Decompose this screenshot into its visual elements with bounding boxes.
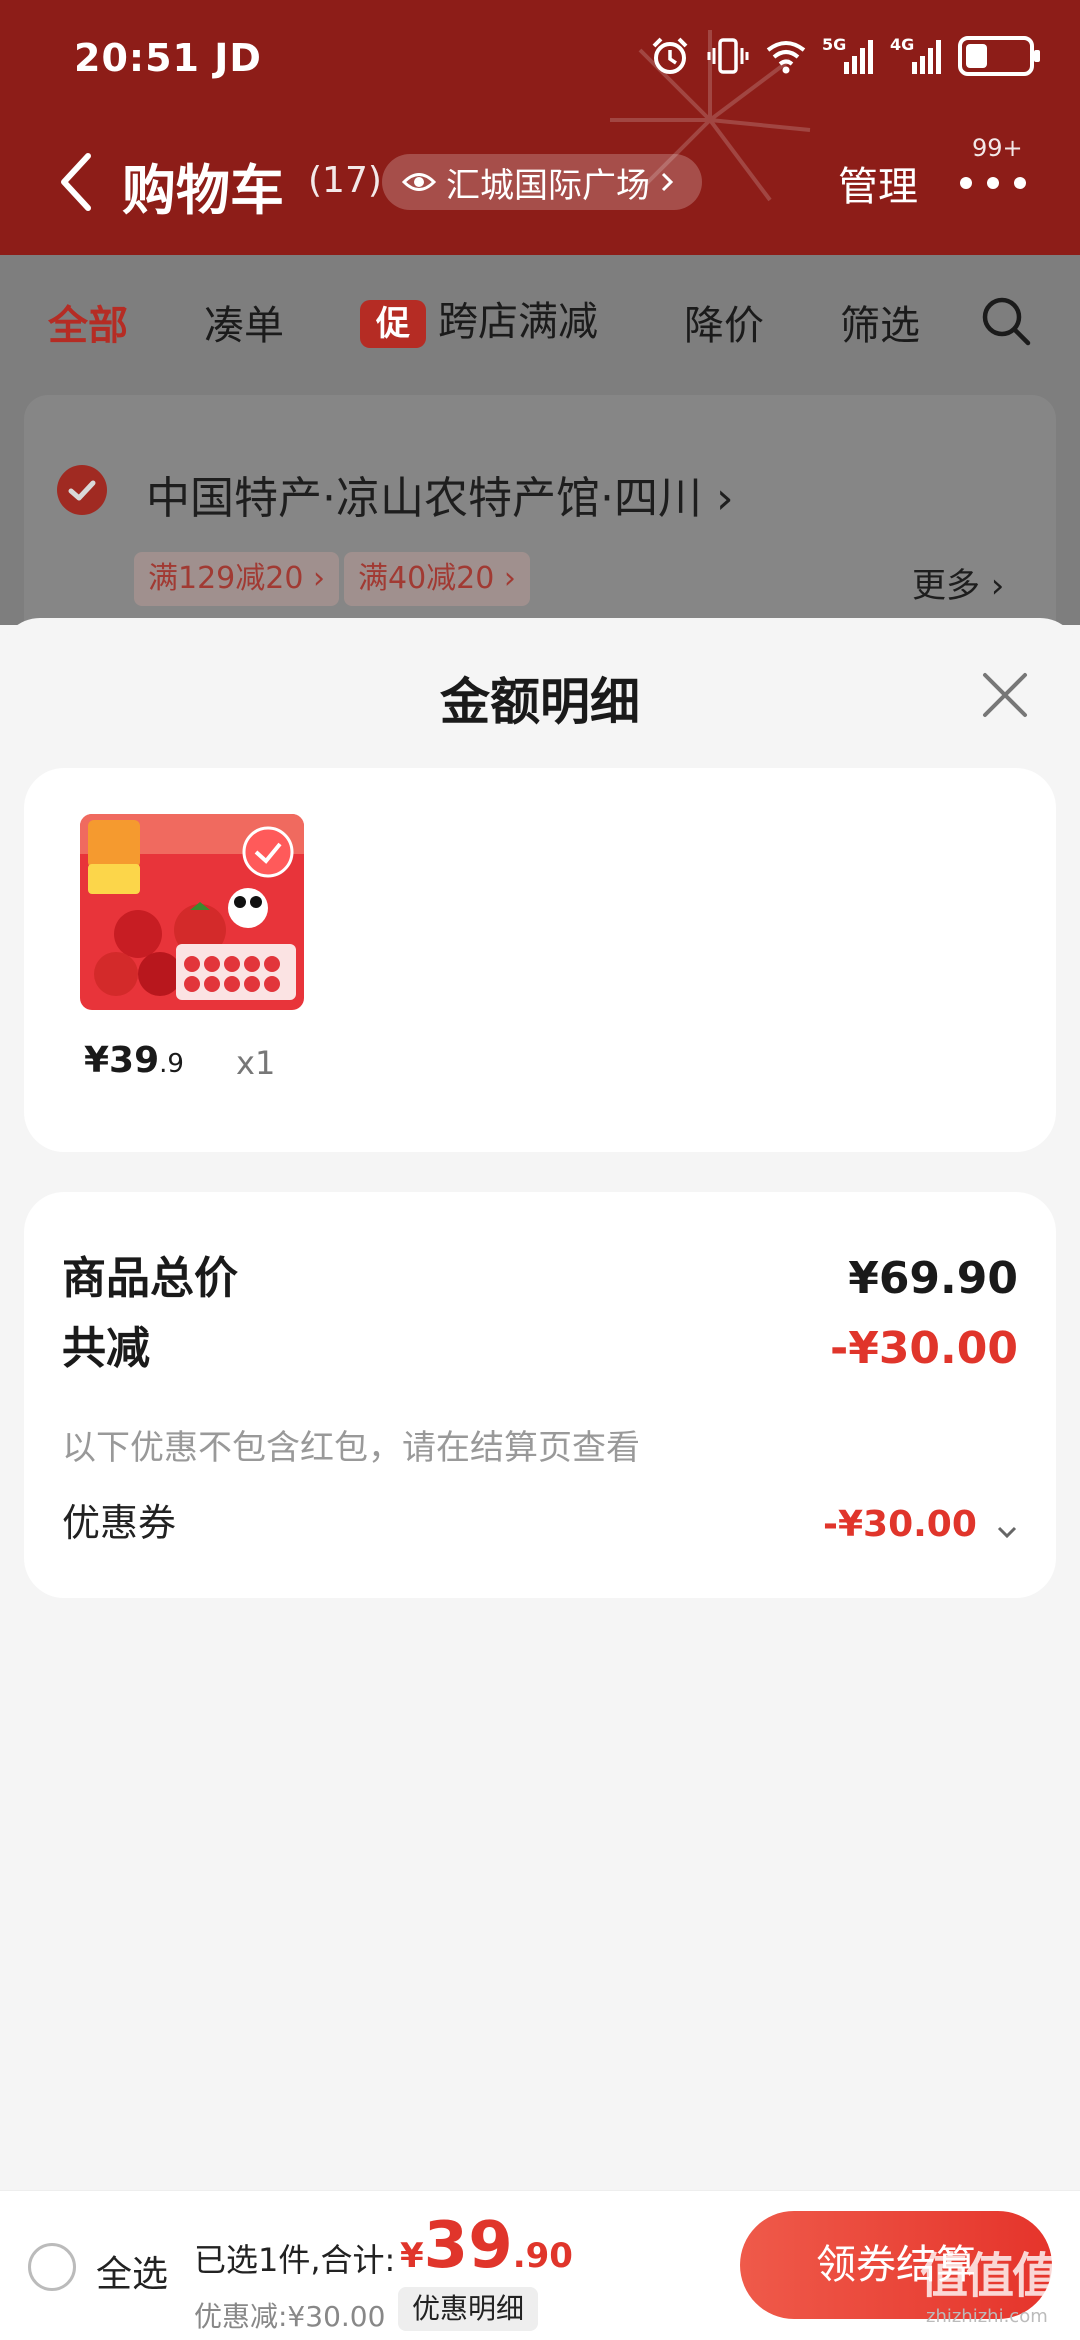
price-summary-card: 商品总价 ¥69.90 共减 -¥30.00 以下优惠不包含红包，请在结算页查看… bbox=[24, 1192, 1056, 1598]
tab-all[interactable]: 全部 bbox=[48, 293, 128, 351]
select-all-label[interactable]: 全选 bbox=[96, 2245, 168, 2297]
shop-name-label: 中国特产·凉山农特产馆·四川 bbox=[146, 473, 702, 524]
eye-icon bbox=[402, 173, 436, 191]
4g-signal-icon: 4G bbox=[890, 35, 941, 74]
more-dots-icon[interactable] bbox=[958, 168, 1028, 198]
close-icon[interactable] bbox=[980, 670, 1030, 720]
tab-combine[interactable]: 凑单 bbox=[204, 293, 284, 351]
product-quantity: x1 bbox=[236, 1044, 276, 1082]
checkout-bar: 全选 已选1件,合计: ¥39.90 优惠减:¥30.00 优惠明细 领券结算 bbox=[0, 2190, 1080, 2340]
cart-filter-tabs: 全部 凑单 促跨店满减 降价 筛选 bbox=[0, 255, 1080, 395]
tab-cross-store-label: 跨店满减 bbox=[438, 299, 598, 345]
svg-text:5G: 5G bbox=[822, 35, 846, 54]
shop-name[interactable]: 中国特产·凉山农特产馆·四川 › bbox=[146, 462, 734, 526]
battery-level bbox=[966, 44, 987, 68]
search-icon[interactable] bbox=[980, 295, 1032, 347]
product-image[interactable] bbox=[80, 814, 304, 1010]
total-yen: ¥ bbox=[400, 2236, 424, 2276]
product-price: ¥39.9 bbox=[84, 1040, 184, 1081]
reduction-label: 共减 bbox=[62, 1323, 150, 1374]
discount-detail-button[interactable]: 优惠明细 bbox=[398, 2287, 539, 2331]
watermark-logo: 值值值 bbox=[920, 2248, 1060, 2304]
selected-info: 已选1件,合计: bbox=[194, 2241, 396, 2279]
promo-tag: 促 bbox=[360, 300, 426, 348]
coupon-row-value: -¥30.00 bbox=[823, 1504, 977, 1545]
battery-icon bbox=[958, 36, 1040, 76]
amount-detail-sheet: 金额明细 ¥39.9 x1 商品总价 ¥69.90 共减 -¥30.00 以下优… bbox=[0, 618, 1080, 2190]
page-title: 购物车 bbox=[122, 159, 284, 222]
5g-signal-icon: 5G bbox=[822, 35, 873, 74]
status-time: 20:51 JD bbox=[74, 36, 262, 80]
back-arrow-icon[interactable] bbox=[56, 150, 96, 214]
vibrate-icon bbox=[707, 38, 749, 74]
product-price-int: ¥39 bbox=[84, 1040, 160, 1081]
svg-text:4G: 4G bbox=[890, 35, 914, 54]
manage-button[interactable]: 管理 bbox=[838, 154, 918, 212]
coupon-label: 满40减20 bbox=[358, 561, 495, 596]
coupon-label: 满129减20 bbox=[148, 561, 304, 596]
shop-coupon[interactable]: 满40减20 › bbox=[344, 552, 530, 606]
header-bar: 20:51 JD 5G 4G 购物车 (17) 汇城国际广场 管理 99+ bbox=[0, 0, 1080, 255]
sheet-title: 金额明细 bbox=[440, 673, 640, 731]
tab-price-drop[interactable]: 降价 bbox=[684, 293, 764, 351]
total-price-row: 商品总价 ¥69.90 bbox=[62, 1242, 1018, 1306]
coupon-row[interactable]: 优惠券 -¥30.00 bbox=[62, 1492, 1018, 1547]
shop-checkbox[interactable] bbox=[56, 464, 108, 516]
tab-filter[interactable]: 筛选 bbox=[840, 293, 920, 351]
total-price-value: ¥69.90 bbox=[848, 1253, 1018, 1304]
reduction-value: -¥30.00 bbox=[829, 1323, 1018, 1374]
product-card: ¥39.9 x1 bbox=[24, 768, 1056, 1152]
more-label: 更多 bbox=[912, 566, 980, 606]
discount-amount: 优惠减:¥30.00 bbox=[194, 2300, 386, 2333]
chevron-down-icon bbox=[997, 1526, 1017, 1538]
shop-more-link[interactable]: 更多 › bbox=[912, 558, 1004, 607]
reduction-row: 共减 -¥30.00 bbox=[62, 1312, 1018, 1376]
total-price-label: 商品总价 bbox=[62, 1253, 238, 1304]
total-int: 39 bbox=[423, 2209, 513, 2283]
cart-nav: 购物车 (17) 汇城国际广场 管理 99+ bbox=[0, 128, 1080, 238]
chevron-right-icon bbox=[661, 172, 674, 192]
product-price-dec: .9 bbox=[159, 1049, 184, 1079]
watermark-url: zhizhizhi.com bbox=[926, 2306, 1048, 2327]
coupon-row-value-wrap: -¥30.00 bbox=[823, 1504, 1018, 1545]
cart-item-count: (17) bbox=[308, 160, 382, 201]
location-name: 汇城国际广场 bbox=[446, 165, 650, 206]
status-bar: 20:51 JD 5G 4G bbox=[0, 0, 1080, 118]
tab-cross-store[interactable]: 促跨店满减 bbox=[360, 289, 598, 348]
total-dec: .90 bbox=[512, 2236, 573, 2276]
reduction-note: 以下优惠不包含红包，请在结算页查看 bbox=[62, 1428, 640, 1468]
shop-coupon[interactable]: 满129减20 › bbox=[134, 552, 339, 606]
location-selector[interactable]: 汇城国际广场 bbox=[382, 154, 702, 210]
alarm-icon bbox=[652, 37, 688, 74]
total-amount: ¥39.90 bbox=[400, 2209, 573, 2283]
select-all-checkbox[interactable] bbox=[28, 2243, 76, 2291]
message-badge: 99+ bbox=[972, 134, 1023, 162]
wifi-icon bbox=[766, 41, 806, 74]
coupon-row-label: 优惠券 bbox=[62, 1501, 177, 1545]
